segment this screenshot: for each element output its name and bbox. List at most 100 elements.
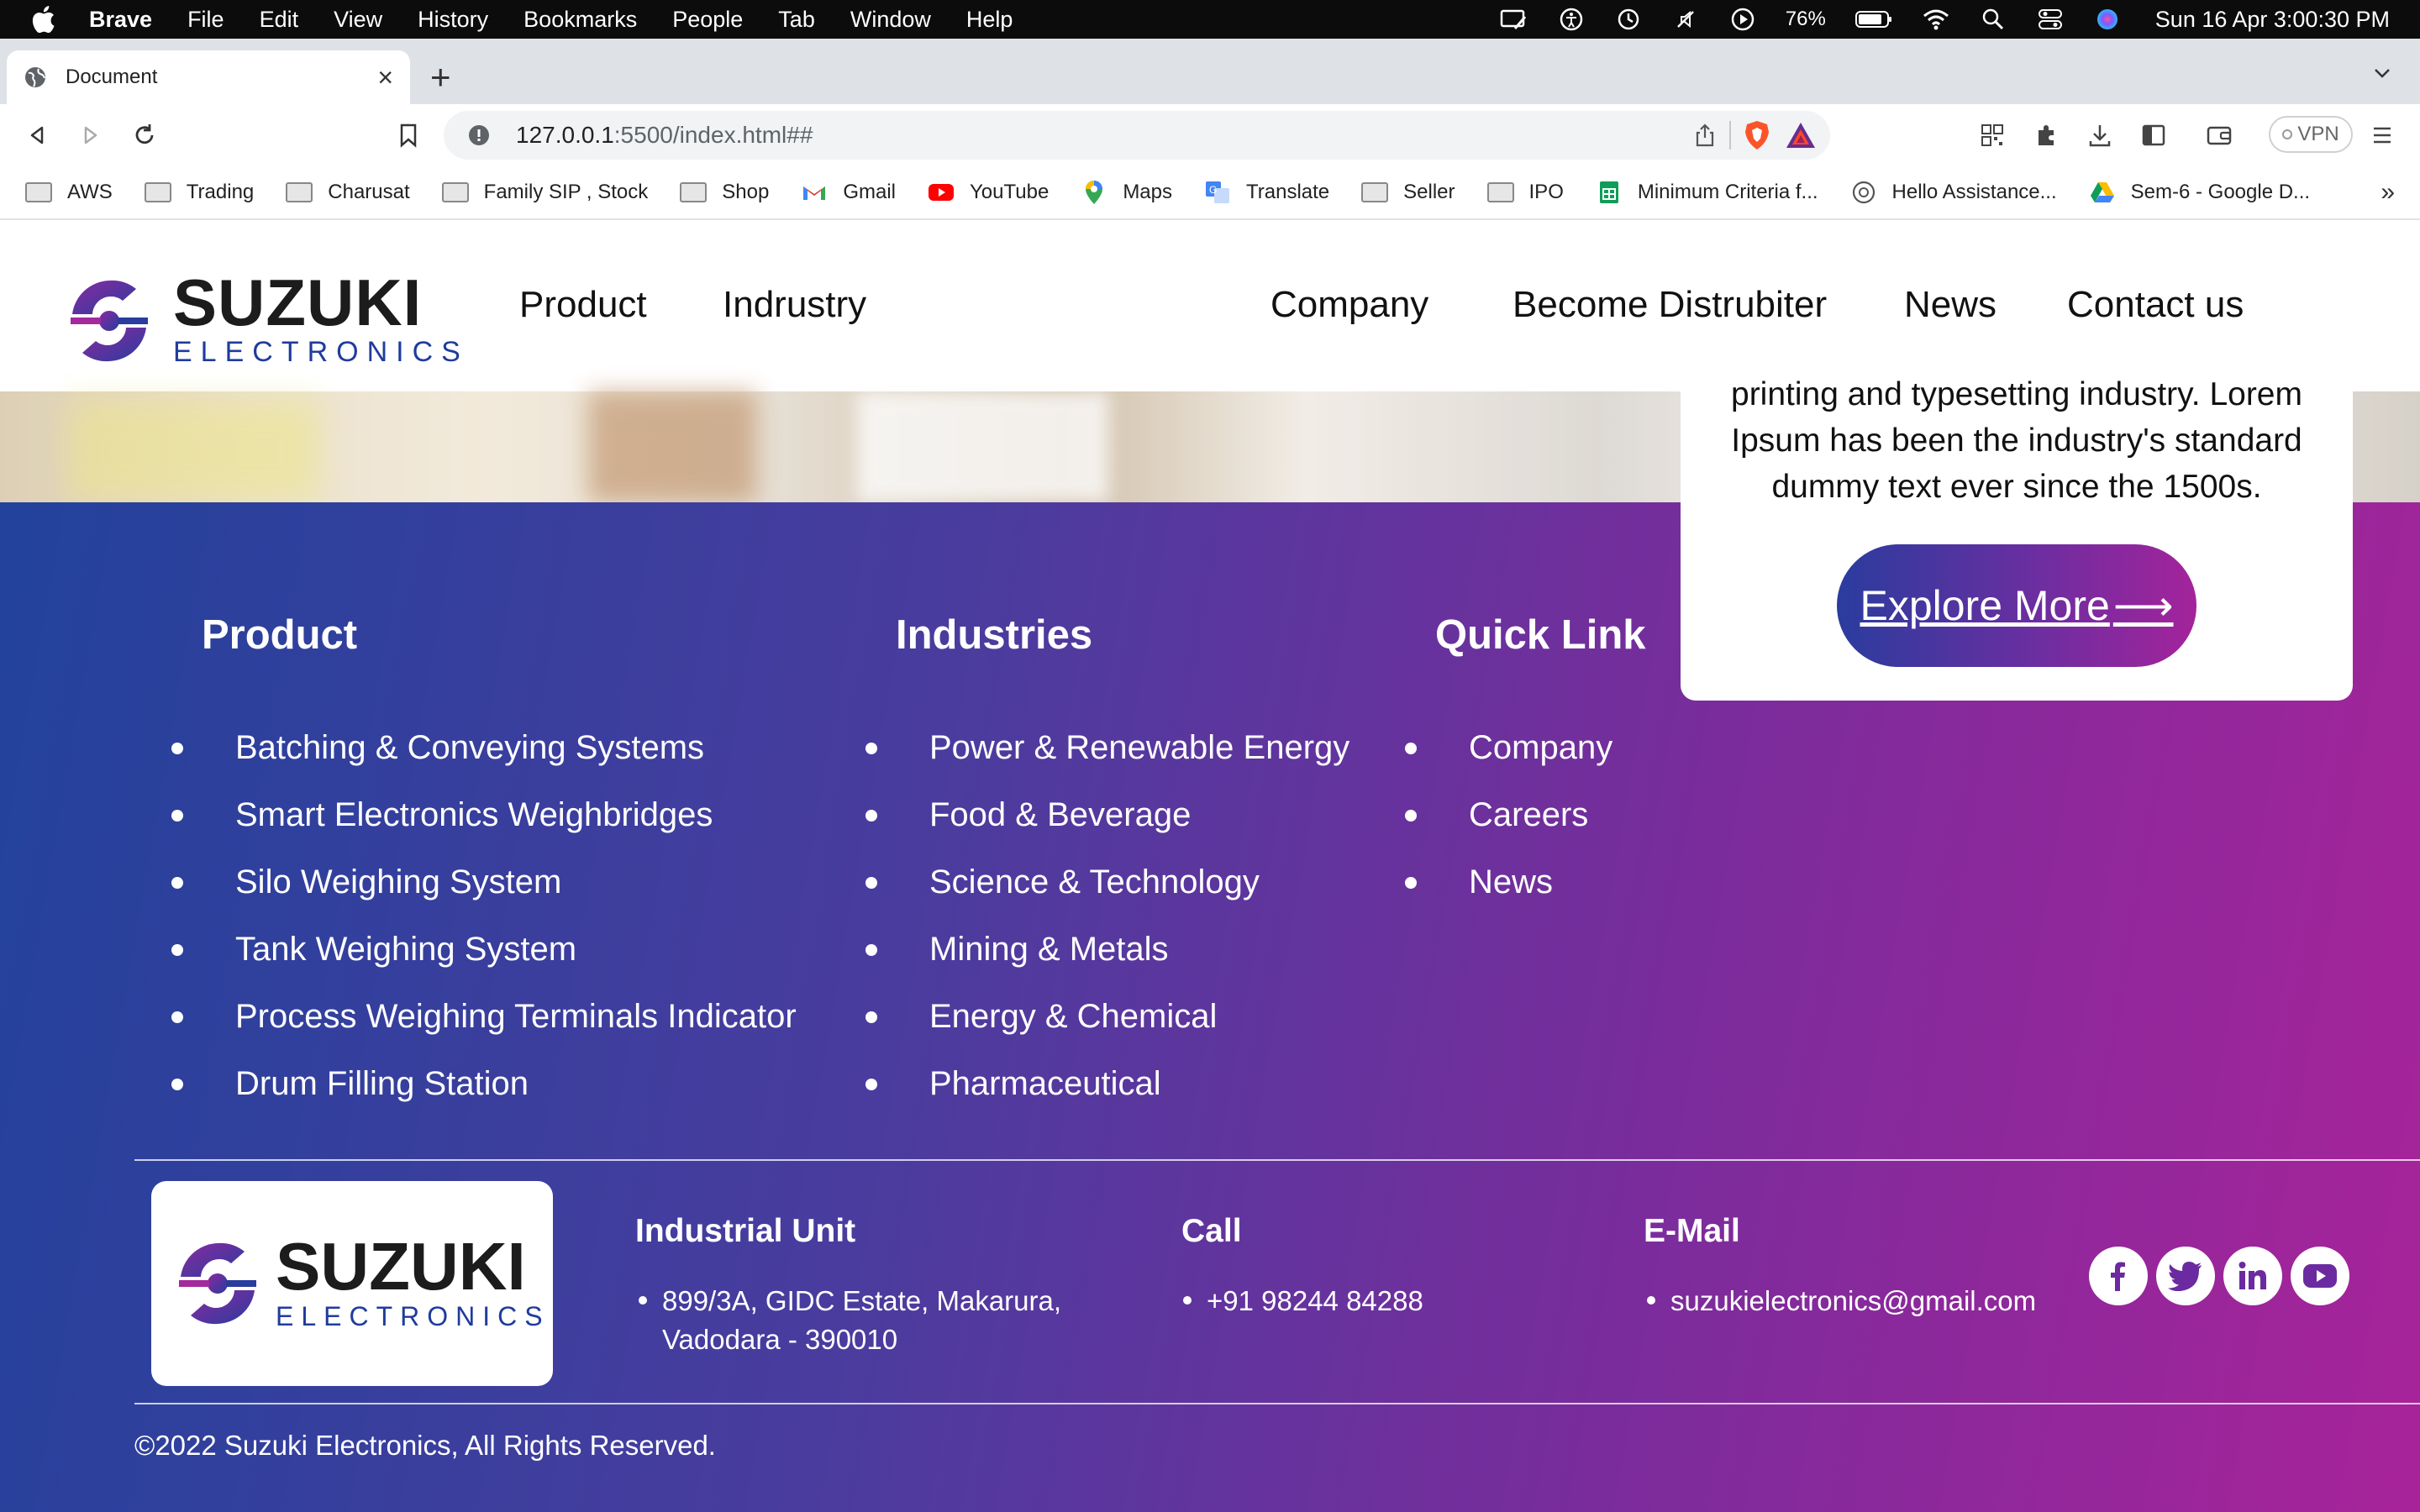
bookmark-family-sip[interactable]: Family SIP , Stock bbox=[441, 181, 648, 204]
wallet-icon[interactable] bbox=[2205, 121, 2233, 150]
chatgpt-icon bbox=[1850, 181, 1877, 204]
bookmark-page-button[interactable] bbox=[392, 118, 425, 152]
browser-menu-icon[interactable] bbox=[2368, 121, 2396, 150]
vpn-label: VPN bbox=[2297, 123, 2339, 145]
menu-help[interactable]: Help bbox=[966, 7, 1013, 33]
chevron-down-icon[interactable] bbox=[2370, 60, 2395, 86]
battery-icon[interactable] bbox=[1854, 7, 1893, 32]
footer-logo[interactable]: SUZUKI ELECTRONICS bbox=[151, 1181, 553, 1386]
mute-icon[interactable] bbox=[1671, 7, 1700, 32]
footer-product-link[interactable]: Smart Electronics Weighbridges bbox=[171, 781, 797, 848]
footer-quick-link-list: Company Careers News bbox=[1405, 714, 1612, 916]
footer-quick-link[interactable]: Careers bbox=[1405, 781, 1612, 848]
footer-quick-link[interactable]: News bbox=[1405, 848, 1612, 916]
explore-more-button[interactable]: Explore More ⟶ bbox=[1837, 544, 2196, 667]
email-title: E-Mail bbox=[1644, 1213, 1740, 1249]
footer-product-link[interactable]: Process Weighing Terminals Indicator bbox=[171, 983, 797, 1050]
bookmark-trading[interactable]: Trading bbox=[144, 181, 254, 204]
email-link[interactable]: suzukielectronics@gmail.com bbox=[1670, 1285, 2036, 1316]
bookmark-aws[interactable]: AWS bbox=[25, 181, 113, 204]
menu-file[interactable]: File bbox=[187, 7, 224, 33]
site-info-icon[interactable] bbox=[467, 123, 491, 147]
bookmark-translate[interactable]: G Translate bbox=[1204, 181, 1329, 204]
back-arrow-icon bbox=[30, 126, 44, 144]
nav-company[interactable]: Company bbox=[1270, 284, 1428, 326]
bookmark-minimum-criteria[interactable]: Minimum Criteria f... bbox=[1596, 181, 1818, 204]
brave-rewards-icon[interactable] bbox=[1785, 121, 1817, 150]
sidebar-toggle-icon[interactable] bbox=[2139, 121, 2168, 150]
extensions-icon[interactable] bbox=[2032, 121, 2060, 150]
new-tab-button[interactable]: + bbox=[430, 57, 451, 97]
bookmark-sem6-drive[interactable]: Sem-6 - Google D... bbox=[2089, 181, 2310, 204]
bookmark-shop[interactable]: Shop bbox=[680, 181, 769, 204]
suzuki-logo-mark-icon bbox=[179, 1242, 256, 1325]
footer-product-link[interactable]: Drum Filling Station bbox=[171, 1050, 797, 1117]
footer-product-list: Batching & Conveying Systems Smart Elect… bbox=[171, 714, 797, 1117]
bookmarks-overflow-button[interactable]: » bbox=[2381, 178, 2395, 207]
footer-industry-link[interactable]: Science & Technology bbox=[865, 848, 1349, 916]
play-icon[interactable] bbox=[1728, 7, 1757, 32]
twitter-icon[interactable] bbox=[2156, 1247, 2215, 1305]
footer-quick-link-title: Quick Link bbox=[1435, 612, 1646, 658]
phone-number-link[interactable]: +91 98244 84288 bbox=[1207, 1285, 1423, 1316]
nav-contact-us[interactable]: Contact us bbox=[2067, 284, 2244, 326]
bookmark-icon bbox=[400, 123, 417, 148]
sheets-icon bbox=[1596, 181, 1623, 203]
menu-people[interactable]: People bbox=[672, 7, 743, 33]
bookmark-seller[interactable]: Seller bbox=[1361, 181, 1455, 204]
qr-code-icon[interactable] bbox=[1978, 121, 2007, 150]
footer-industry-link[interactable]: Power & Renewable Energy bbox=[865, 714, 1349, 781]
footer-industry-link[interactable]: Food & Beverage bbox=[865, 781, 1349, 848]
menu-tab[interactable]: Tab bbox=[778, 7, 815, 33]
forward-button[interactable] bbox=[74, 118, 108, 152]
screen-mirror-icon[interactable] bbox=[1500, 7, 1528, 32]
bookmark-ipo[interactable]: IPO bbox=[1486, 181, 1564, 204]
downloads-icon[interactable] bbox=[2086, 121, 2114, 150]
footer-product-link[interactable]: Batching & Conveying Systems bbox=[171, 714, 797, 781]
siri-icon[interactable] bbox=[2093, 7, 2122, 32]
site-logo[interactable]: SUZUKI ELECTRONICS bbox=[67, 270, 469, 369]
menu-view[interactable]: View bbox=[334, 7, 382, 33]
accessibility-icon[interactable] bbox=[1557, 7, 1586, 32]
footer-industries-title: Industries bbox=[896, 612, 1093, 658]
footer-product-link[interactable]: Tank Weighing System bbox=[171, 916, 797, 983]
tab-close-icon[interactable]: × bbox=[377, 62, 393, 93]
share-icon[interactable] bbox=[1692, 123, 1718, 148]
menu-app-name[interactable]: Brave bbox=[89, 7, 152, 33]
spotlight-search-icon[interactable] bbox=[1979, 7, 2007, 32]
linkedin-icon[interactable] bbox=[2223, 1247, 2282, 1305]
wifi-icon[interactable] bbox=[1922, 7, 1950, 32]
vpn-button[interactable]: VPN bbox=[2269, 116, 2353, 153]
nav-become-distributor[interactable]: Become Distrubiter bbox=[1512, 284, 1827, 326]
nav-product[interactable]: Product bbox=[519, 284, 647, 326]
menu-history[interactable]: History bbox=[418, 7, 488, 33]
menu-edit[interactable]: Edit bbox=[260, 7, 299, 33]
youtube-icon bbox=[928, 181, 955, 203]
footer-quick-link[interactable]: Company bbox=[1405, 714, 1612, 781]
nav-industry[interactable]: Indrustry bbox=[723, 284, 866, 326]
facebook-icon[interactable] bbox=[2089, 1247, 2148, 1305]
youtube-icon[interactable] bbox=[2291, 1247, 2349, 1305]
apple-menu-icon[interactable] bbox=[30, 5, 55, 34]
brave-shields-icon[interactable] bbox=[1743, 120, 1771, 150]
control-center-icon[interactable] bbox=[2036, 7, 2065, 32]
reload-icon bbox=[135, 124, 154, 144]
reload-button[interactable] bbox=[128, 118, 161, 152]
bookmark-gmail[interactable]: Gmail bbox=[801, 181, 896, 204]
footer-product-link[interactable]: Silo Weighing System bbox=[171, 848, 797, 916]
browser-tab[interactable]: Document × bbox=[7, 50, 410, 104]
address-bar[interactable]: 127.0.0.1:5500/index.html## bbox=[444, 111, 1830, 160]
menu-bookmarks[interactable]: Bookmarks bbox=[523, 7, 637, 33]
menubar-clock[interactable]: Sun 16 Apr 3:00:30 PM bbox=[2155, 7, 2390, 33]
back-button[interactable] bbox=[20, 118, 54, 152]
footer-industry-link[interactable]: Energy & Chemical bbox=[865, 983, 1349, 1050]
bookmark-youtube[interactable]: YouTube bbox=[928, 181, 1049, 204]
bookmark-maps[interactable]: Maps bbox=[1081, 181, 1172, 204]
menu-window[interactable]: Window bbox=[850, 7, 931, 33]
footer-industry-link[interactable]: Mining & Metals bbox=[865, 916, 1349, 983]
bookmark-hello-assistance[interactable]: Hello Assistance... bbox=[1850, 181, 2057, 204]
nav-news[interactable]: News bbox=[1904, 284, 1996, 326]
footer-industry-link[interactable]: Pharmaceutical bbox=[865, 1050, 1349, 1117]
bookmark-charusat[interactable]: Charusat bbox=[286, 181, 410, 204]
time-machine-icon[interactable] bbox=[1614, 7, 1643, 32]
